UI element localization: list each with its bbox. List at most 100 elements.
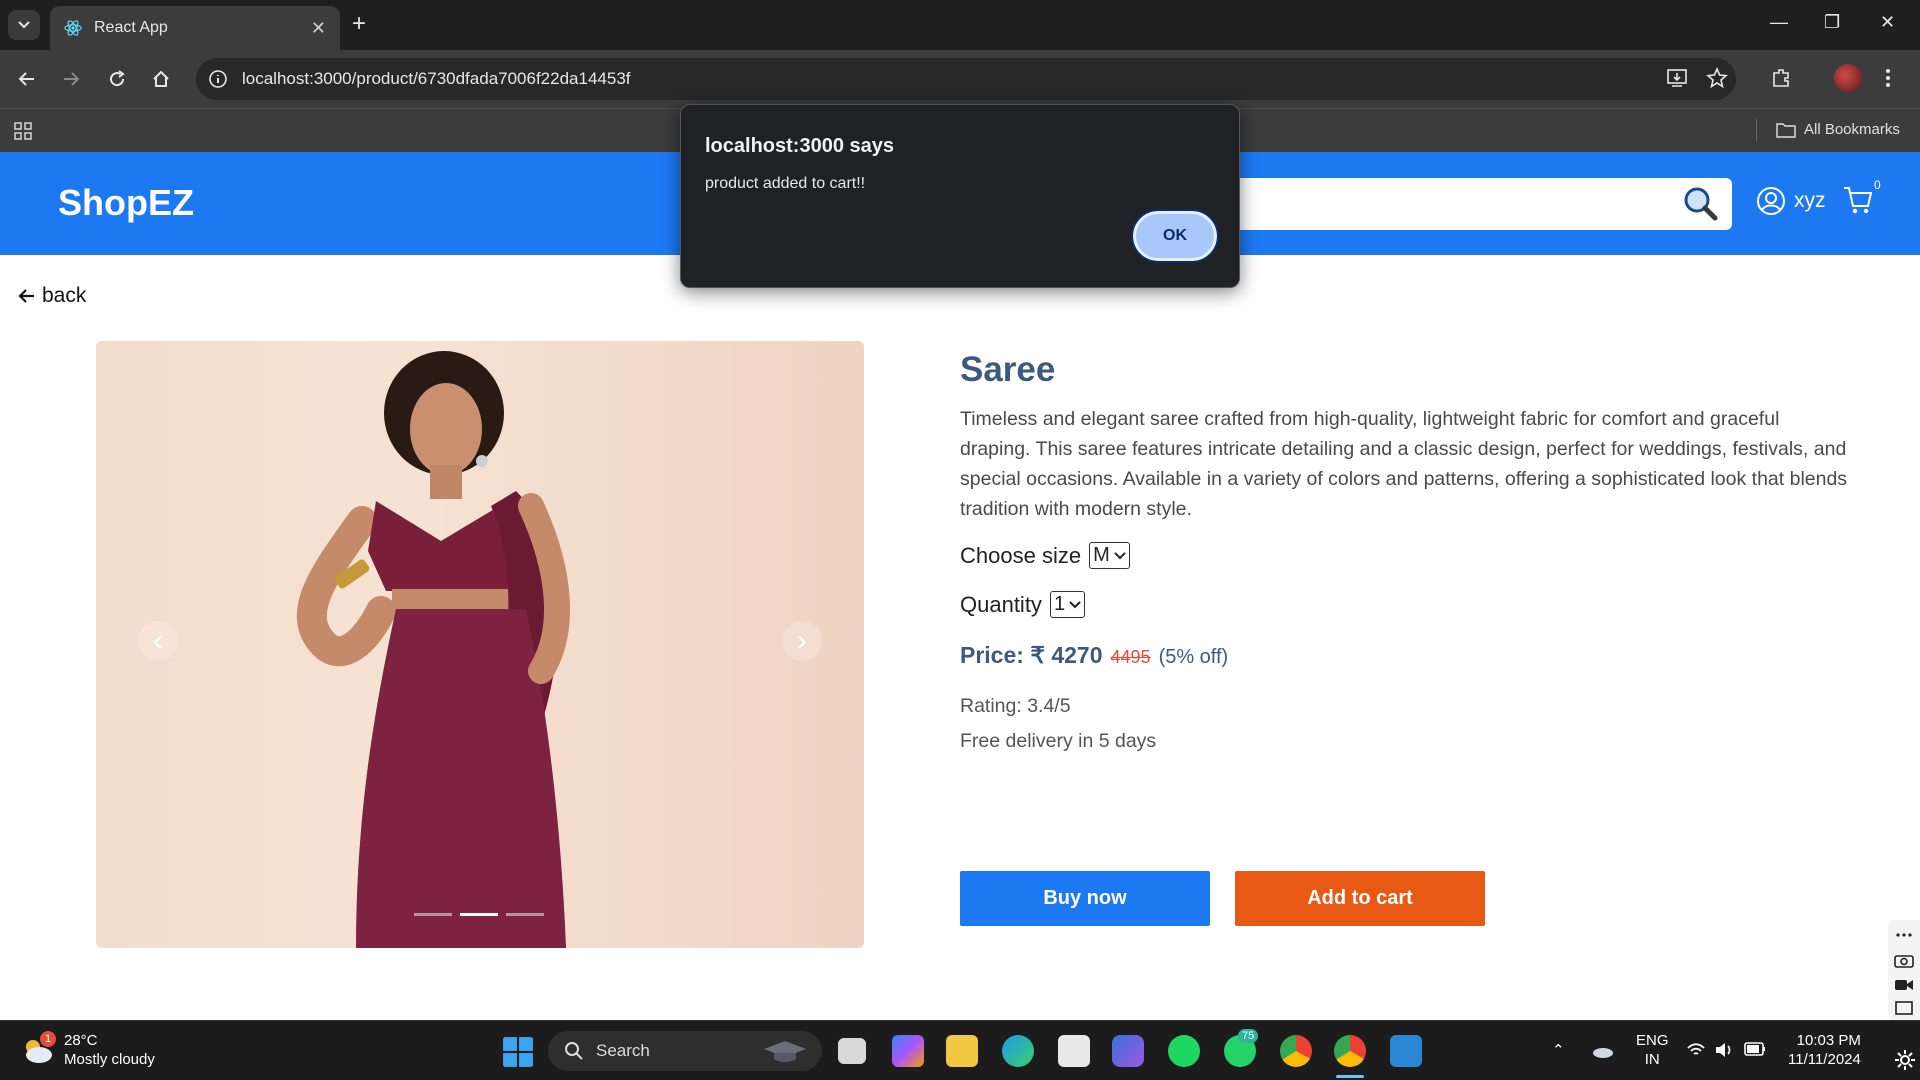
onedrive-icon[interactable] bbox=[1590, 1043, 1614, 1059]
price-row: Price: ₹ 4270 4495 (5% off) bbox=[960, 642, 1850, 669]
weather-desc: Mostly cloudy bbox=[64, 1051, 155, 1068]
forward-arrow-icon[interactable] bbox=[58, 66, 84, 92]
search-icon[interactable] bbox=[1682, 185, 1718, 221]
spotify-icon[interactable] bbox=[1168, 1035, 1200, 1067]
carousel-indicator-active[interactable] bbox=[460, 913, 498, 916]
quantity-row: Quantity 1 bbox=[960, 591, 1850, 618]
tab-close-icon[interactable]: ✕ bbox=[311, 18, 326, 39]
buy-now-button[interactable]: Buy now bbox=[960, 871, 1210, 926]
tray-overflow-icon[interactable]: ⌃ bbox=[1552, 1041, 1565, 1059]
rating: Rating: 3.4/5 bbox=[960, 695, 1071, 717]
size-value: M bbox=[1093, 544, 1110, 566]
taskbar-search-label: Search bbox=[596, 1041, 650, 1060]
product-title: Saree bbox=[960, 350, 1056, 389]
chevron-down-icon bbox=[18, 21, 30, 29]
back-arrow-icon[interactable] bbox=[14, 66, 40, 92]
chrome-active-icon[interactable] bbox=[1334, 1035, 1366, 1067]
arrow-left-icon bbox=[18, 289, 34, 303]
clock-date: 11/11/2024 bbox=[1788, 1051, 1861, 1068]
carousel-prev-button[interactable]: ‹ bbox=[138, 621, 178, 661]
video-icon[interactable] bbox=[1894, 978, 1914, 992]
dialog-message: product added to cart!! bbox=[705, 175, 866, 192]
chrome-icon[interactable] bbox=[1280, 1035, 1312, 1067]
battery-icon[interactable] bbox=[1744, 1042, 1766, 1056]
user-menu[interactable]: xyz bbox=[1756, 186, 1826, 216]
edge-browser-icon[interactable] bbox=[1002, 1035, 1034, 1067]
tab-search-button[interactable] bbox=[8, 10, 40, 40]
browser-tab[interactable]: React App ✕ bbox=[50, 6, 340, 50]
restore-icon[interactable]: ❐ bbox=[1824, 12, 1840, 33]
language-indicator[interactable]: ENG IN bbox=[1636, 1031, 1669, 1069]
microsoft-store-icon[interactable] bbox=[1058, 1035, 1090, 1067]
search-input[interactable] bbox=[1200, 178, 1732, 230]
size-label: Choose size bbox=[960, 542, 1082, 568]
carousel-indicator[interactable] bbox=[414, 913, 452, 916]
original-price: 4495 bbox=[1110, 647, 1151, 667]
quantity-select[interactable]: 1 bbox=[1049, 591, 1086, 618]
taskbar-search[interactable]: Search bbox=[548, 1031, 822, 1071]
bookmark-star-icon[interactable] bbox=[1706, 67, 1728, 89]
react-logo-icon bbox=[64, 20, 82, 36]
back-link[interactable]: back bbox=[18, 284, 86, 308]
chevron-down-icon bbox=[1069, 600, 1081, 608]
settings-gear-icon[interactable] bbox=[1894, 1049, 1916, 1071]
browser-tab-strip: React App ✕ + — ❐ ✕ bbox=[0, 0, 1920, 50]
weather-temp: 28°C bbox=[64, 1032, 98, 1049]
new-tab-button[interactable]: + bbox=[352, 11, 366, 37]
folder-icon bbox=[1776, 122, 1796, 138]
carousel-indicator[interactable] bbox=[506, 913, 544, 916]
add-to-cart-button[interactable]: Add to cart bbox=[1235, 871, 1485, 926]
weather-widget[interactable]: 1 28°C Mostly cloudy bbox=[20, 1031, 155, 1069]
all-bookmarks-label: All Bookmarks bbox=[1804, 121, 1900, 138]
reload-icon[interactable] bbox=[104, 66, 130, 92]
cart-icon[interactable] bbox=[1842, 184, 1874, 216]
camera-icon[interactable] bbox=[1894, 952, 1914, 968]
product-description: Timeless and elegant saree crafted from … bbox=[960, 408, 1848, 520]
task-view-icon[interactable] bbox=[838, 1038, 866, 1064]
extensions-icon[interactable] bbox=[1770, 67, 1792, 89]
close-window-icon[interactable]: ✕ bbox=[1880, 12, 1895, 33]
dialog-title: localhost:3000 says bbox=[705, 135, 894, 157]
profile-avatar[interactable] bbox=[1834, 64, 1862, 92]
carousel-next-button[interactable]: › bbox=[782, 621, 822, 661]
size-row: Choose size M bbox=[960, 542, 1850, 569]
search-icon bbox=[565, 1042, 583, 1060]
apps-grid-icon[interactable] bbox=[14, 122, 32, 140]
windows-start-icon[interactable] bbox=[502, 1036, 534, 1068]
dialog-ok-button[interactable]: OK bbox=[1131, 209, 1219, 263]
minimize-icon[interactable]: — bbox=[1770, 12, 1788, 33]
quantity-value: 1 bbox=[1053, 593, 1066, 615]
address-bar[interactable]: localhost:3000/product/6730dfada7006f22d… bbox=[196, 58, 1736, 100]
copilot-icon[interactable] bbox=[892, 1035, 924, 1067]
cart-count-badge: 0 bbox=[1874, 178, 1881, 192]
tab-title: React App bbox=[94, 19, 168, 36]
window-icon[interactable] bbox=[1894, 1000, 1914, 1016]
product-photo bbox=[296, 351, 570, 948]
vscode-icon[interactable] bbox=[1390, 1035, 1422, 1067]
delivery-info: Free delivery in 5 days bbox=[960, 730, 1157, 752]
file-explorer-icon[interactable] bbox=[946, 1035, 978, 1067]
bookmarks-divider bbox=[1756, 119, 1757, 141]
site-info-icon[interactable] bbox=[208, 69, 228, 89]
taskbar-clock[interactable]: 10:03 PM 11/11/2024 bbox=[1788, 1031, 1861, 1069]
weather-badge: 1 bbox=[40, 1031, 56, 1047]
wifi-icon[interactable] bbox=[1686, 1041, 1706, 1059]
more-options-icon[interactable] bbox=[1894, 928, 1914, 942]
install-app-icon[interactable] bbox=[1666, 67, 1688, 89]
all-bookmarks-button[interactable]: All Bookmarks bbox=[1776, 121, 1900, 138]
user-icon bbox=[1757, 187, 1785, 215]
product-details: Saree Timeless and elegant saree crafted… bbox=[960, 350, 1850, 753]
active-app-indicator bbox=[1336, 1075, 1364, 1078]
volume-icon[interactable] bbox=[1714, 1041, 1734, 1059]
username: xyz bbox=[1794, 189, 1826, 212]
size-select[interactable]: M bbox=[1089, 542, 1130, 569]
chevron-down-icon bbox=[1114, 551, 1126, 559]
brand-logo[interactable]: ShopEZ bbox=[58, 182, 194, 224]
back-label: back bbox=[42, 284, 87, 307]
language-line1: ENG bbox=[1636, 1032, 1669, 1049]
home-icon[interactable] bbox=[148, 66, 174, 92]
clipchamp-icon[interactable] bbox=[1112, 1035, 1144, 1067]
floating-side-toolbar bbox=[1888, 920, 1920, 1020]
more-menu-icon[interactable] bbox=[1884, 67, 1892, 89]
graduation-cap-icon bbox=[764, 1041, 806, 1062]
